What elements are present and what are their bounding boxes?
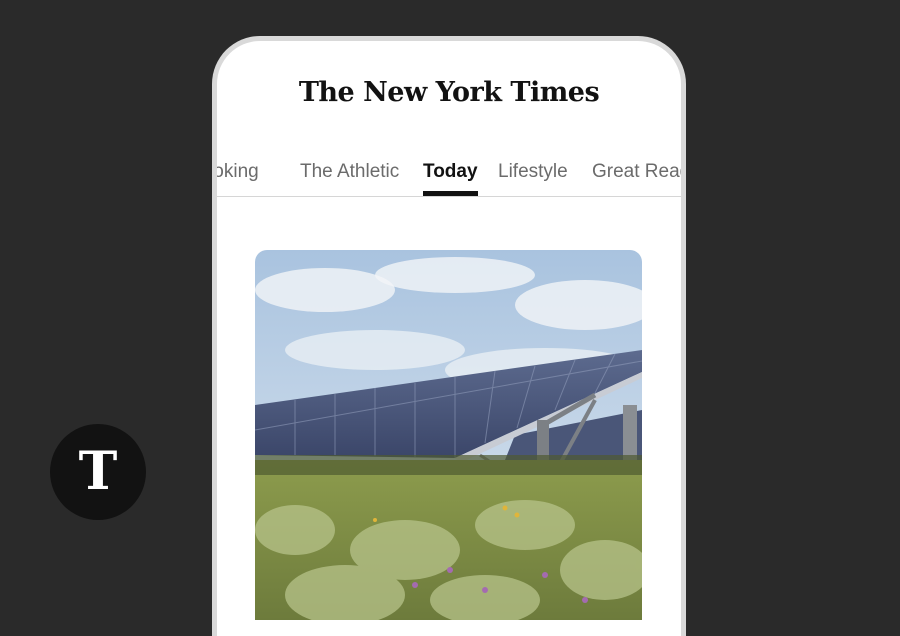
tab-great-reads[interactable]: Great Reads xyxy=(592,161,681,196)
hero-image[interactable] xyxy=(255,250,642,620)
masthead-logo[interactable]: The New York Times xyxy=(217,77,681,108)
tab-today[interactable]: Today xyxy=(423,161,478,196)
section-tabs: Cooking The Athletic Today Lifestyle Gre… xyxy=(217,151,681,197)
phone-frame: The New York Times Cooking The Athletic … xyxy=(212,36,686,636)
tab-cooking[interactable]: Cooking xyxy=(217,161,259,196)
nyt-t-logo-icon: T xyxy=(50,424,146,520)
tab-the-athletic[interactable]: The Athletic xyxy=(300,161,399,196)
tab-lifestyle[interactable]: Lifestyle xyxy=(498,161,568,196)
